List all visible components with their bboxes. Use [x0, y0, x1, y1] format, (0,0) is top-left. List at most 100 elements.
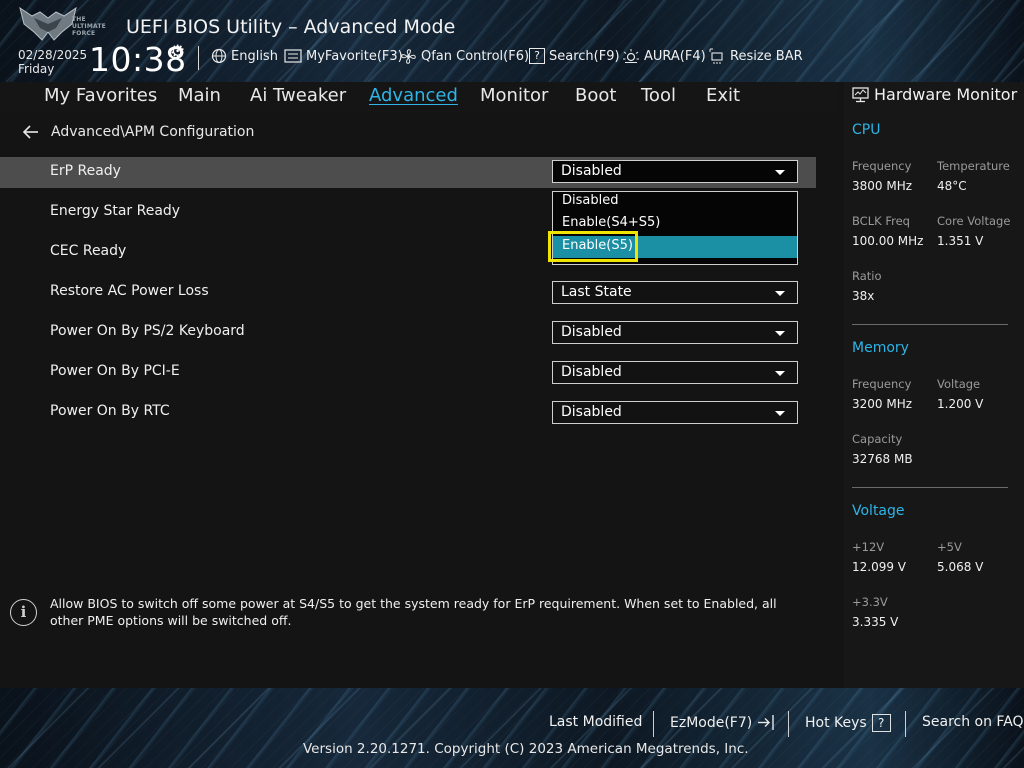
cpu-frequency-label: Frequency: [852, 159, 912, 173]
last-modified-label: Last Modified: [549, 714, 643, 730]
chevron-down-icon: [775, 371, 785, 376]
tab-my-favorites[interactable]: My Favorites: [44, 85, 157, 106]
copyright-text: Version 2.20.1271. Copyright (C) 2023 Am…: [303, 741, 749, 757]
power-on-pcie-value: Disabled: [561, 364, 622, 380]
qfan-label: Qfan Control(F6): [421, 48, 530, 64]
ezmode-label: EzMode(F7): [670, 714, 753, 731]
help-panel: i Allow BIOS to switch off some power at…: [0, 584, 838, 688]
aura-button[interactable]: AURA(F4): [622, 47, 706, 65]
cpu-frequency-value: 3800 MHz: [852, 179, 913, 193]
back-arrow-icon[interactable]: [22, 125, 40, 139]
v5-label: +5V: [937, 540, 962, 554]
v33-label: +3.3V: [852, 595, 888, 609]
header-separator: [198, 46, 199, 70]
memory-voltage-value: 1.200 V: [937, 397, 984, 411]
hardware-monitor-title: Hardware Monitor: [852, 85, 1017, 104]
power-on-rtc-value: Disabled: [561, 404, 622, 420]
focus-highlight-box: [548, 231, 638, 262]
tab-monitor[interactable]: Monitor: [480, 85, 548, 106]
cpu-temperature-label: Temperature: [937, 159, 1010, 173]
setting-label-power-on-ps2-keyboard[interactable]: Power On By PS/2 Keyboard: [50, 323, 245, 339]
memory-frequency-value: 3200 MHz: [852, 397, 913, 411]
monitor-icon: [852, 86, 869, 102]
setting-label-erp-ready[interactable]: ErP Ready: [50, 163, 121, 179]
day-text: Friday: [18, 62, 55, 76]
cpu-temperature-value: 48°C: [937, 179, 967, 193]
clock-settings-gear-icon[interactable]: ⚙: [170, 42, 185, 62]
voltage-section-title: Voltage: [852, 503, 905, 519]
resize-bar-button[interactable]: Resize BAR: [708, 47, 803, 65]
date-display: 02/28/2025 Friday: [18, 48, 87, 76]
footer-separator: [905, 711, 906, 737]
date-text: 02/28/2025: [18, 48, 88, 62]
power-on-ps2-select[interactable]: Disabled: [552, 321, 798, 344]
language-label: English: [231, 48, 278, 64]
chevron-down-icon: [775, 170, 785, 175]
aura-label: AURA(F4): [644, 48, 706, 64]
section-divider: [852, 487, 1008, 488]
tab-ai-tweaker[interactable]: Ai Tweaker: [250, 85, 346, 106]
globe-icon: [211, 48, 227, 64]
tab-tool[interactable]: Tool: [641, 85, 676, 106]
memory-frequency-label: Frequency: [852, 377, 912, 391]
setting-label-cec-ready[interactable]: CEC Ready: [50, 243, 126, 259]
bclk-label: BCLK Freq: [852, 214, 910, 228]
tab-exit[interactable]: Exit: [706, 85, 740, 106]
power-on-pcie-select[interactable]: Disabled: [552, 361, 798, 384]
myfavorite-button[interactable]: MyFavorite(F3): [284, 47, 403, 65]
help-text: Allow BIOS to switch off some power at S…: [50, 596, 777, 628]
aura-icon: [623, 49, 639, 63]
search-label: Search(F9): [549, 48, 620, 64]
qfan-control-button[interactable]: Qfan Control(F6): [400, 47, 529, 65]
tab-boot[interactable]: Boot: [575, 85, 616, 106]
memory-section-title: Memory: [852, 340, 909, 356]
restore-ac-power-loss-select[interactable]: Last State: [552, 281, 798, 304]
erp-ready-select[interactable]: Disabled: [552, 160, 798, 183]
search-button[interactable]: ? Search(F9): [529, 47, 620, 65]
breadcrumb-path: Advanced\APM Configuration: [51, 124, 255, 140]
setting-label-power-on-pcie[interactable]: Power On By PCI-E: [50, 363, 180, 379]
setting-label-restore-ac-power-loss[interactable]: Restore AC Power Loss: [50, 283, 209, 299]
chevron-down-icon: [775, 331, 785, 336]
tab-main[interactable]: Main: [178, 85, 221, 106]
resize-bar-icon: [709, 48, 723, 64]
section-divider: [852, 324, 1008, 325]
resize-bar-label: Resize BAR: [730, 48, 803, 64]
bclk-value: 100.00 MHz: [852, 234, 924, 248]
chevron-down-icon: [775, 411, 785, 416]
power-on-rtc-select[interactable]: Disabled: [552, 401, 798, 424]
hot-keys-button[interactable]: Hot Keys ?: [805, 714, 891, 732]
ezmode-button[interactable]: EzMode(F7): [670, 714, 777, 731]
v12-value: 12.099 V: [852, 560, 907, 574]
chevron-down-icon: [775, 291, 785, 296]
app-title: UEFI BIOS Utility – Advanced Mode: [126, 16, 456, 38]
ratio-label: Ratio: [852, 269, 882, 283]
core-voltage-label: Core Voltage: [937, 214, 1011, 228]
logo-text: THE ULTIMATE FORCE: [72, 16, 106, 37]
footer-separator: [788, 711, 789, 737]
last-modified-button[interactable]: Last Modified: [549, 714, 642, 730]
main-menu-bar: My Favorites Main Ai Tweaker Advanced Mo…: [0, 82, 838, 112]
v33-value: 3.335 V: [852, 615, 899, 629]
erp-ready-value: Disabled: [561, 163, 622, 179]
core-voltage-value: 1.351 V: [937, 234, 984, 248]
restore-ac-value: Last State: [561, 284, 632, 300]
myfavorite-label: MyFavorite(F3): [306, 48, 403, 64]
question-mark-icon: ?: [871, 714, 891, 732]
hot-keys-label: Hot Keys: [805, 715, 867, 731]
cpu-section-title: CPU: [852, 122, 881, 138]
dropdown-option-disabled[interactable]: Disabled: [553, 191, 797, 213]
fan-icon: [401, 48, 416, 64]
v12-label: +12V: [852, 540, 885, 554]
v5-value: 5.068 V: [937, 560, 984, 574]
breadcrumb: Advanced\APM Configuration: [22, 124, 254, 140]
ratio-value: 38x: [852, 289, 875, 303]
hardware-monitor-label: Hardware Monitor: [874, 85, 1018, 104]
memory-capacity-value: 32768 MB: [852, 452, 913, 466]
exit-to-ezmode-icon: [758, 715, 774, 730]
search-on-faq-button[interactable]: Search on FAQ: [922, 714, 1024, 730]
language-button[interactable]: English: [211, 47, 278, 65]
tab-advanced[interactable]: Advanced: [369, 85, 458, 106]
setting-label-energy-star-ready[interactable]: Energy Star Ready: [50, 203, 180, 219]
setting-label-power-on-rtc[interactable]: Power On By RTC: [50, 403, 170, 419]
